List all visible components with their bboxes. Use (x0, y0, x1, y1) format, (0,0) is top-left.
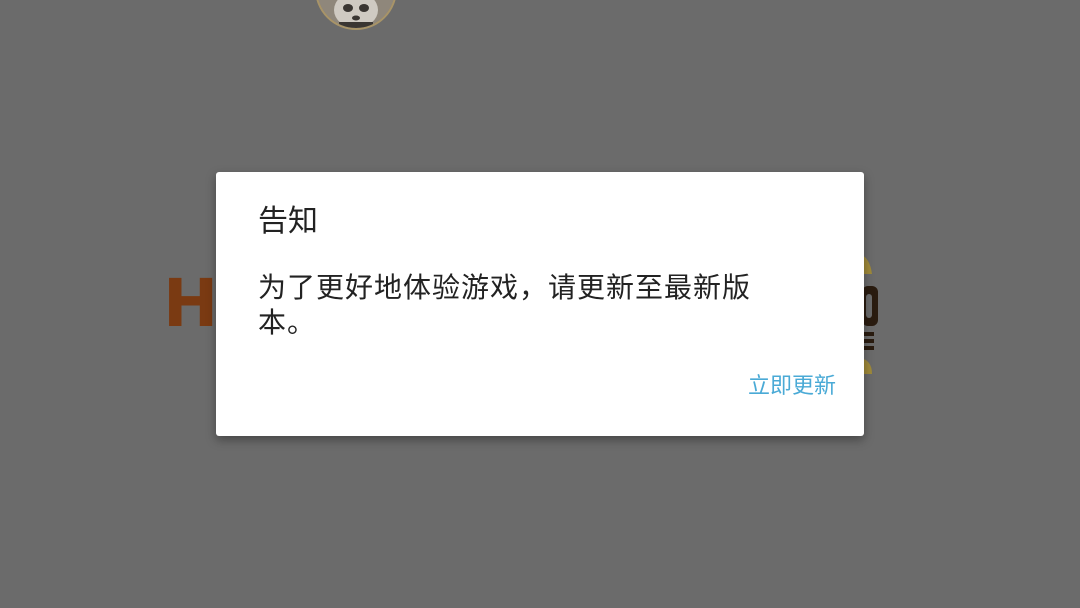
game-title-letter: H (163, 265, 219, 342)
dialog-title: 告知 (258, 204, 318, 239)
update-notice-dialog: 告知 为了更好地体验游戏，请更新至最新版本。 立即更新 (216, 172, 864, 436)
panda-avatar-icon (315, 0, 397, 30)
update-now-button[interactable]: 立即更新 (746, 370, 838, 404)
dialog-message: 为了更好地体验游戏，请更新至最新版本。 (258, 271, 752, 339)
